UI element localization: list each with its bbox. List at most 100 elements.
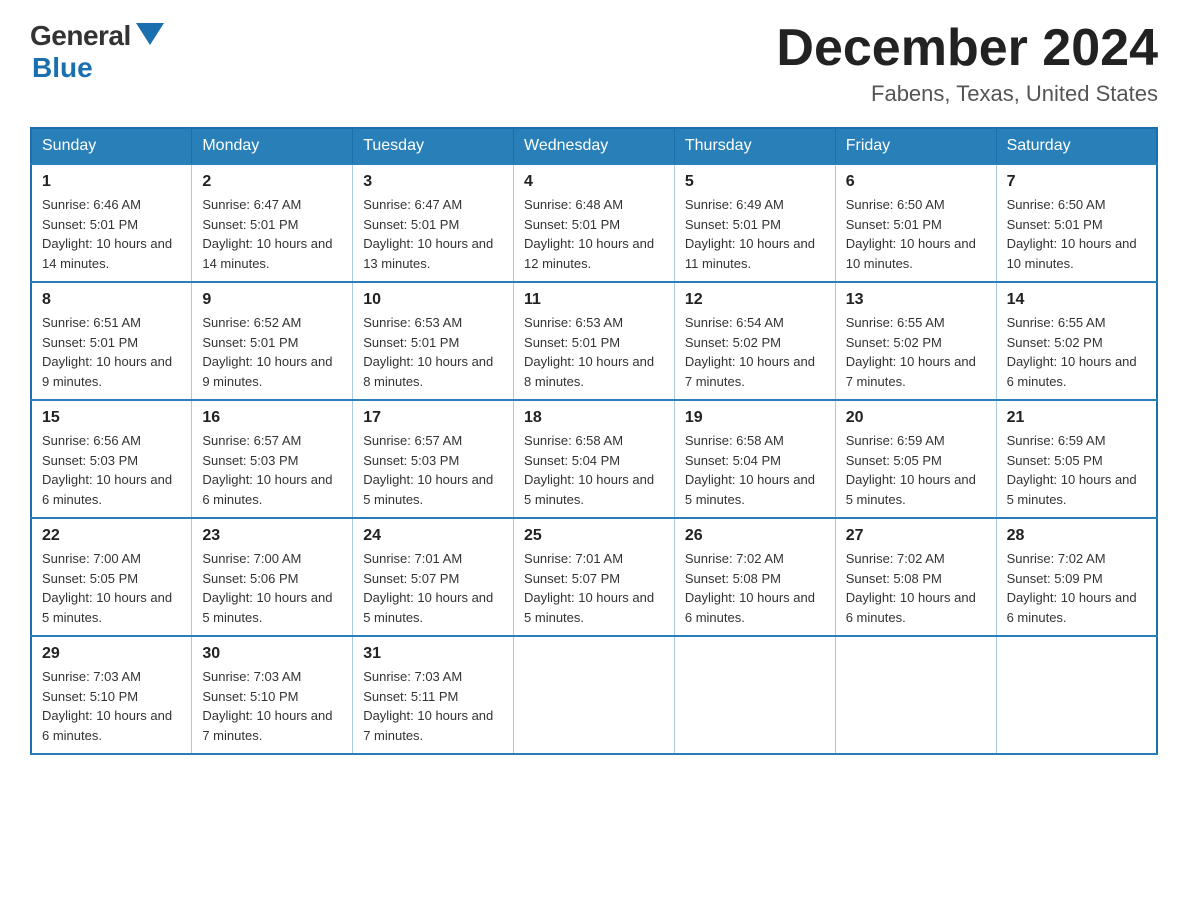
calendar-header-row: SundayMondayTuesdayWednesdayThursdayFrid… — [31, 128, 1157, 164]
day-number: 24 — [363, 527, 503, 545]
day-info: Sunrise: 7:00 AMSunset: 5:06 PMDaylight:… — [202, 549, 342, 627]
calendar-cell — [674, 636, 835, 754]
calendar-header-sunday: Sunday — [31, 128, 192, 164]
calendar-cell: 18 Sunrise: 6:58 AMSunset: 5:04 PMDayligh… — [514, 400, 675, 518]
logo: General Blue — [30, 20, 164, 84]
calendar-cell: 31 Sunrise: 7:03 AMSunset: 5:11 PMDayligh… — [353, 636, 514, 754]
day-number: 26 — [685, 527, 825, 545]
day-number: 25 — [524, 527, 664, 545]
day-info: Sunrise: 7:02 AMSunset: 5:08 PMDaylight:… — [685, 549, 825, 627]
calendar-cell: 12 Sunrise: 6:54 AMSunset: 5:02 PMDayligh… — [674, 282, 835, 400]
day-info: Sunrise: 6:48 AMSunset: 5:01 PMDaylight:… — [524, 195, 664, 273]
calendar-table: SundayMondayTuesdayWednesdayThursdayFrid… — [30, 127, 1158, 755]
day-info: Sunrise: 6:56 AMSunset: 5:03 PMDaylight:… — [42, 431, 181, 509]
day-number: 7 — [1007, 173, 1146, 191]
calendar-week-row-3: 15 Sunrise: 6:56 AMSunset: 5:03 PMDayligh… — [31, 400, 1157, 518]
day-number: 31 — [363, 645, 503, 663]
day-number: 3 — [363, 173, 503, 191]
day-number: 19 — [685, 409, 825, 427]
day-info: Sunrise: 6:58 AMSunset: 5:04 PMDaylight:… — [524, 431, 664, 509]
day-number: 11 — [524, 291, 664, 309]
calendar-cell — [514, 636, 675, 754]
calendar-header-wednesday: Wednesday — [514, 128, 675, 164]
day-number: 27 — [846, 527, 986, 545]
calendar-cell: 2 Sunrise: 6:47 AMSunset: 5:01 PMDaylight… — [192, 164, 353, 282]
calendar-cell — [996, 636, 1157, 754]
day-number: 18 — [524, 409, 664, 427]
day-info: Sunrise: 7:01 AMSunset: 5:07 PMDaylight:… — [524, 549, 664, 627]
day-number: 8 — [42, 291, 181, 309]
calendar-cell: 28Sunrise: 7:02 AMSunset: 5:09 PMDayligh… — [996, 518, 1157, 636]
location-title: Fabens, Texas, United States — [776, 81, 1158, 107]
calendar-cell: 16 Sunrise: 6:57 AMSunset: 5:03 PMDayligh… — [192, 400, 353, 518]
calendar-cell: 17 Sunrise: 6:57 AMSunset: 5:03 PMDayligh… — [353, 400, 514, 518]
day-number: 5 — [685, 173, 825, 191]
day-info: Sunrise: 6:50 AMSunset: 5:01 PMDaylight:… — [846, 195, 986, 273]
day-info: Sunrise: 6:55 AMSunset: 5:02 PMDaylight:… — [1007, 313, 1146, 391]
calendar-cell: 19Sunrise: 6:58 AMSunset: 5:04 PMDayligh… — [674, 400, 835, 518]
calendar-cell: 27 Sunrise: 7:02 AMSunset: 5:08 PMDayligh… — [835, 518, 996, 636]
day-info: Sunrise: 6:51 AMSunset: 5:01 PMDaylight:… — [42, 313, 181, 391]
calendar-cell: 7 Sunrise: 6:50 AMSunset: 5:01 PMDaylight… — [996, 164, 1157, 282]
day-number: 2 — [202, 173, 342, 191]
day-info: Sunrise: 7:02 AMSunset: 5:08 PMDaylight:… — [846, 549, 986, 627]
day-info: Sunrise: 6:59 AMSunset: 5:05 PMDaylight:… — [846, 431, 986, 509]
day-info: Sunrise: 6:59 AMSunset: 5:05 PMDaylight:… — [1007, 431, 1146, 509]
calendar-cell: 30Sunrise: 7:03 AMSunset: 5:10 PMDayligh… — [192, 636, 353, 754]
day-info: Sunrise: 6:47 AMSunset: 5:01 PMDaylight:… — [363, 195, 503, 273]
month-title: December 2024 — [776, 20, 1158, 77]
calendar-cell: 9Sunrise: 6:52 AMSunset: 5:01 PMDaylight… — [192, 282, 353, 400]
day-info: Sunrise: 6:53 AMSunset: 5:01 PMDaylight:… — [524, 313, 664, 391]
calendar-cell: 23Sunrise: 7:00 AMSunset: 5:06 PMDayligh… — [192, 518, 353, 636]
day-number: 17 — [363, 409, 503, 427]
day-number: 21 — [1007, 409, 1146, 427]
title-area: December 2024 Fabens, Texas, United Stat… — [776, 20, 1158, 107]
calendar-cell: 5 Sunrise: 6:49 AMSunset: 5:01 PMDaylight… — [674, 164, 835, 282]
day-info: Sunrise: 6:47 AMSunset: 5:01 PMDaylight:… — [202, 195, 342, 273]
day-number: 28 — [1007, 527, 1146, 545]
calendar-cell: 11 Sunrise: 6:53 AMSunset: 5:01 PMDayligh… — [514, 282, 675, 400]
calendar-cell: 8 Sunrise: 6:51 AMSunset: 5:01 PMDaylight… — [31, 282, 192, 400]
calendar-cell: 21 Sunrise: 6:59 AMSunset: 5:05 PMDayligh… — [996, 400, 1157, 518]
day-number: 14 — [1007, 291, 1146, 309]
calendar-cell: 10Sunrise: 6:53 AMSunset: 5:01 PMDayligh… — [353, 282, 514, 400]
logo-blue-text: Blue — [32, 52, 93, 83]
calendar-cell: 4 Sunrise: 6:48 AMSunset: 5:01 PMDaylight… — [514, 164, 675, 282]
calendar-week-row-5: 29Sunrise: 7:03 AMSunset: 5:10 PMDayligh… — [31, 636, 1157, 754]
day-info: Sunrise: 6:46 AMSunset: 5:01 PMDaylight:… — [42, 195, 181, 273]
calendar-cell: 25 Sunrise: 7:01 AMSunset: 5:07 PMDayligh… — [514, 518, 675, 636]
calendar-cell: 1 Sunrise: 6:46 AMSunset: 5:01 PMDaylight… — [31, 164, 192, 282]
calendar-week-row-1: 1 Sunrise: 6:46 AMSunset: 5:01 PMDaylight… — [31, 164, 1157, 282]
day-info: Sunrise: 7:01 AMSunset: 5:07 PMDaylight:… — [363, 549, 503, 627]
day-info: Sunrise: 6:49 AMSunset: 5:01 PMDaylight:… — [685, 195, 825, 273]
day-number: 20 — [846, 409, 986, 427]
day-number: 16 — [202, 409, 342, 427]
calendar-header-thursday: Thursday — [674, 128, 835, 164]
day-info: Sunrise: 7:03 AMSunset: 5:11 PMDaylight:… — [363, 667, 503, 745]
day-info: Sunrise: 6:57 AMSunset: 5:03 PMDaylight:… — [202, 431, 342, 509]
calendar-cell — [835, 636, 996, 754]
calendar-cell: 6 Sunrise: 6:50 AMSunset: 5:01 PMDaylight… — [835, 164, 996, 282]
day-number: 1 — [42, 173, 181, 191]
day-info: Sunrise: 6:54 AMSunset: 5:02 PMDaylight:… — [685, 313, 825, 391]
calendar-cell: 24 Sunrise: 7:01 AMSunset: 5:07 PMDayligh… — [353, 518, 514, 636]
day-number: 12 — [685, 291, 825, 309]
calendar-week-row-2: 8 Sunrise: 6:51 AMSunset: 5:01 PMDaylight… — [31, 282, 1157, 400]
calendar-cell: 13Sunrise: 6:55 AMSunset: 5:02 PMDayligh… — [835, 282, 996, 400]
day-info: Sunrise: 6:57 AMSunset: 5:03 PMDaylight:… — [363, 431, 503, 509]
day-info: Sunrise: 6:50 AMSunset: 5:01 PMDaylight:… — [1007, 195, 1146, 273]
day-number: 30 — [202, 645, 342, 663]
day-number: 4 — [524, 173, 664, 191]
logo-arrow-icon — [136, 23, 164, 45]
calendar-cell: 20 Sunrise: 6:59 AMSunset: 5:05 PMDayligh… — [835, 400, 996, 518]
calendar-header-tuesday: Tuesday — [353, 128, 514, 164]
calendar-cell: 26 Sunrise: 7:02 AMSunset: 5:08 PMDayligh… — [674, 518, 835, 636]
calendar-header-friday: Friday — [835, 128, 996, 164]
calendar-header-monday: Monday — [192, 128, 353, 164]
day-number: 6 — [846, 173, 986, 191]
day-info: Sunrise: 6:55 AMSunset: 5:02 PMDaylight:… — [846, 313, 986, 391]
day-number: 29 — [42, 645, 181, 663]
day-info: Sunrise: 6:53 AMSunset: 5:01 PMDaylight:… — [363, 313, 503, 391]
day-number: 9 — [202, 291, 342, 309]
day-number: 15 — [42, 409, 181, 427]
